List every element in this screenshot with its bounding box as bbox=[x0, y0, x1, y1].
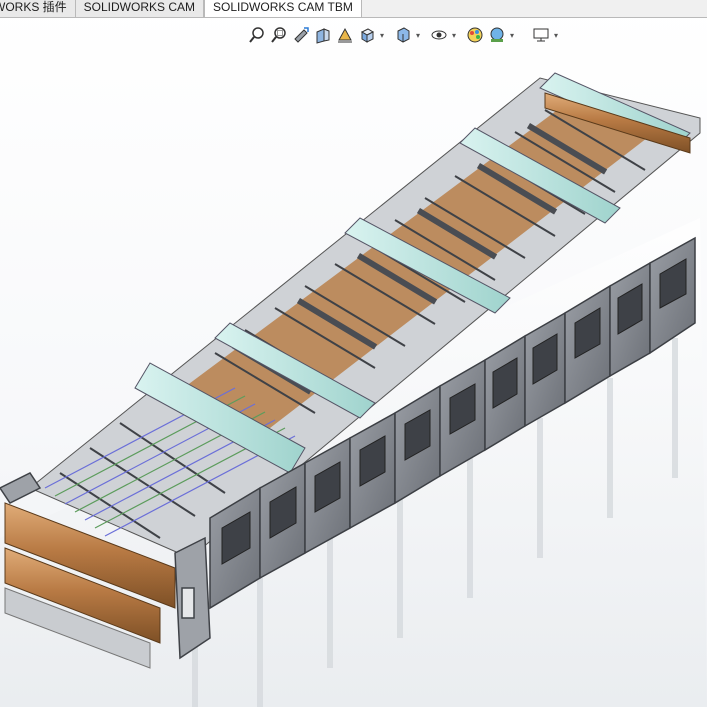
hide-show-items-icon[interactable] bbox=[428, 24, 450, 46]
graphics-viewport[interactable] bbox=[0, 18, 707, 707]
edit-appearance-icon[interactable] bbox=[464, 24, 486, 46]
view-settings-icon[interactable] bbox=[530, 24, 552, 46]
display-style-icon[interactable] bbox=[392, 24, 414, 46]
tab-plugins[interactable]: WORKS 插件 bbox=[0, 0, 76, 17]
dynamic-annotation-views-icon[interactable] bbox=[334, 24, 356, 46]
section-view-icon[interactable] bbox=[312, 24, 334, 46]
previous-view-icon[interactable] bbox=[290, 24, 312, 46]
view-orientation-dropdown-icon[interactable]: ▾ bbox=[378, 24, 386, 46]
heads-up-view-toolbar: ▾ ▾ ▾ ▾ ▾ bbox=[246, 23, 566, 47]
tab-solidworks-cam[interactable]: SOLIDWORKS CAM bbox=[75, 0, 205, 17]
display-style-dropdown-icon[interactable]: ▾ bbox=[414, 24, 422, 46]
zoom-to-area-icon[interactable] bbox=[268, 24, 290, 46]
textile-machine-model[interactable] bbox=[0, 18, 707, 707]
apply-scene-dropdown-icon[interactable]: ▾ bbox=[508, 24, 516, 46]
tab-solidworks-cam-tbm[interactable]: SOLIDWORKS CAM TBM bbox=[204, 0, 362, 17]
command-manager-tabs: WORKS 插件 SOLIDWORKS CAM SOLIDWORKS CAM T… bbox=[0, 0, 707, 18]
apply-scene-icon[interactable] bbox=[486, 24, 508, 46]
view-settings-dropdown-icon[interactable]: ▾ bbox=[552, 24, 560, 46]
hide-show-items-dropdown-icon[interactable]: ▾ bbox=[450, 24, 458, 46]
zoom-to-fit-icon[interactable] bbox=[246, 24, 268, 46]
view-orientation-icon[interactable] bbox=[356, 24, 378, 46]
